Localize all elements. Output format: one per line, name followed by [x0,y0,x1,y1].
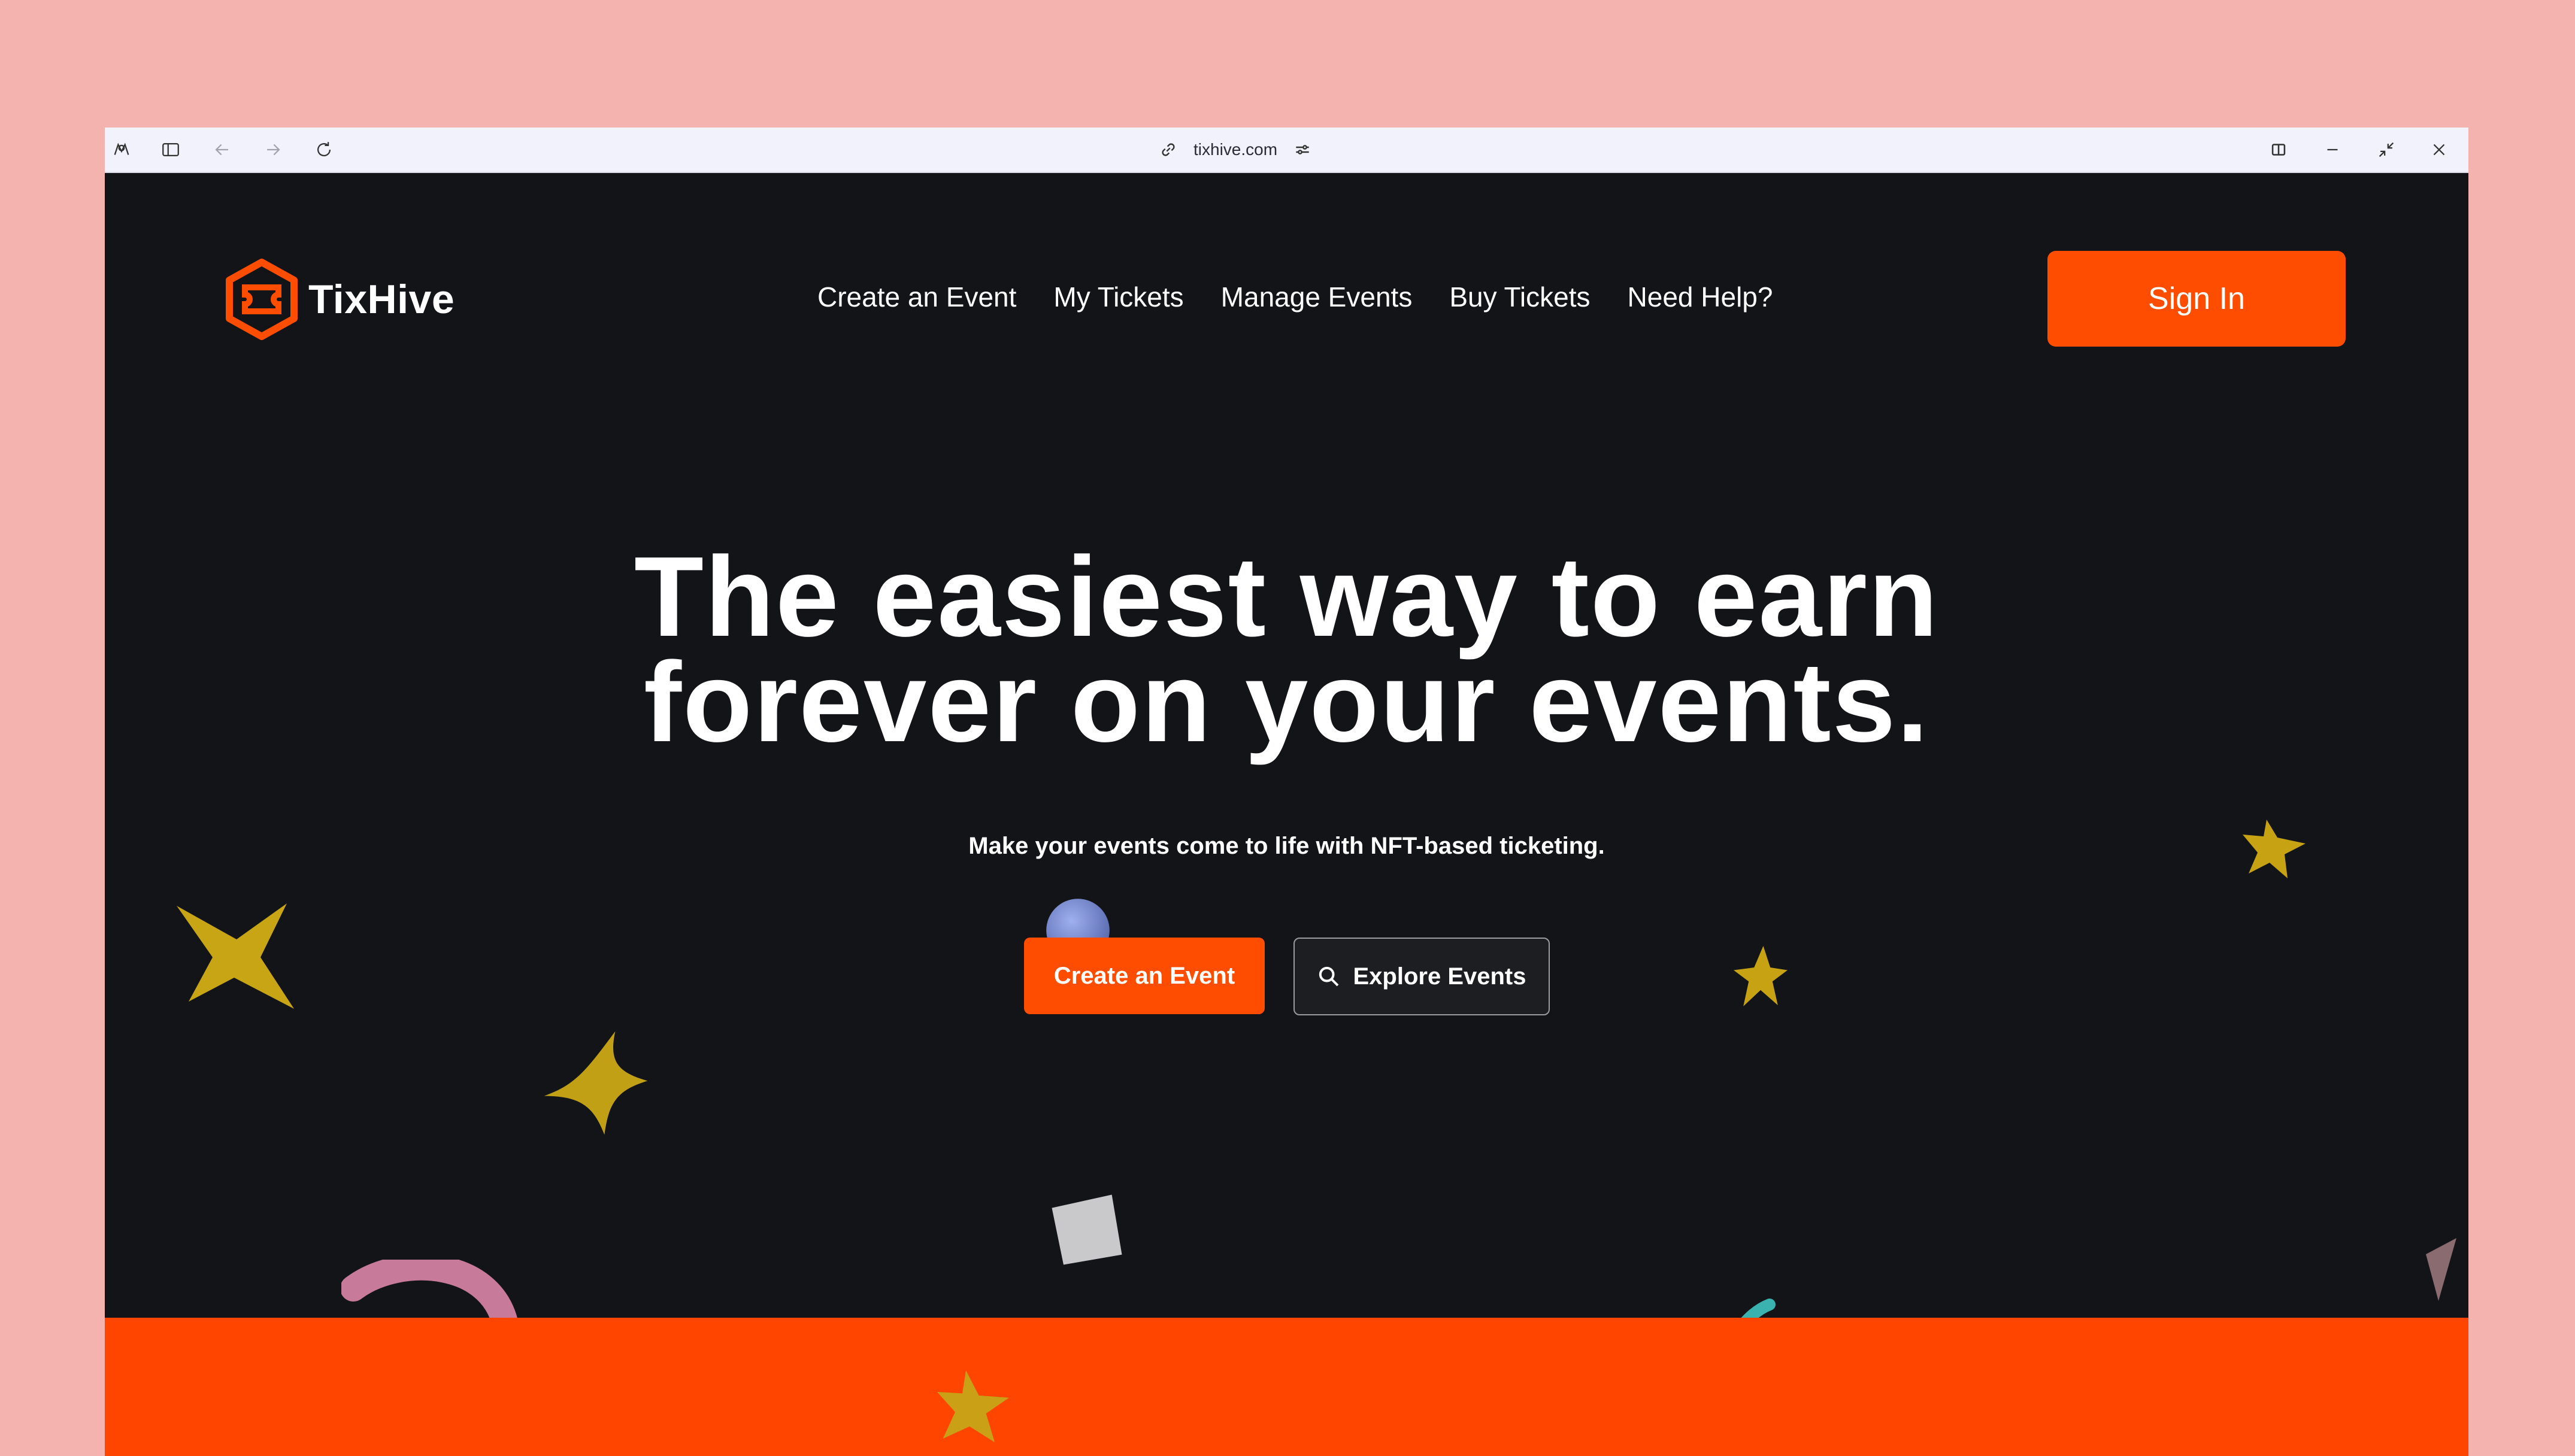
sign-in-button[interactable]: Sign In [2047,251,2346,347]
orange-section-band [105,1318,2468,1456]
nav-manage-events[interactable]: Manage Events [1221,281,1413,313]
star-shape-icon [937,1370,1009,1442]
explore-events-label: Explore Events [1353,963,1526,990]
star-shape-icon [544,1031,648,1135]
site-settings-icon[interactable] [1293,140,1312,159]
main-nav: Create an Event My Tickets Manage Events… [817,281,1773,313]
brand-name: TixHive [308,277,455,322]
page-content: TixHive Create an Event My Tickets Manag… [105,173,2468,1456]
link-icon [1162,143,1175,156]
hero-title: The easiest way to earn forever on your … [105,533,2468,766]
hero-title-line-2: forever on your events. [643,639,1930,766]
reload-icon[interactable] [313,139,335,160]
sidebar-toggle-icon[interactable] [160,139,181,160]
browser-toolbar: tixhive.com [105,128,2468,173]
nav-my-tickets[interactable]: My Tickets [1053,281,1183,313]
star-shape-icon [177,903,294,1009]
split-view-icon[interactable] [2268,139,2289,160]
logo[interactable]: TixHive [225,259,455,340]
nav-create-event[interactable]: Create an Event [817,281,1016,313]
back-icon[interactable] [211,139,233,160]
app-icon[interactable] [111,139,132,160]
browser-window: tixhive.com TixHive Create an Event My T… [105,128,2468,1456]
star-shape-icon [1734,946,1788,1006]
search-icon [1319,966,1339,987]
minimize-icon[interactable] [2322,139,2343,160]
nav-need-help[interactable]: Need Help? [1628,281,1773,313]
forward-icon[interactable] [262,139,284,160]
restore-icon[interactable] [2376,139,2397,160]
site-header: TixHive Create an Event My Tickets Manag… [105,173,2468,353]
explore-events-button[interactable]: Explore Events [1293,938,1550,1015]
tixhive-logo-icon [226,259,298,340]
url-text[interactable]: tixhive.com [1193,140,1277,159]
cone-shape-icon [2426,1238,2456,1301]
hero-subtitle: Make your events come to life with NFT-b… [968,833,1605,859]
hero-title-line-1: The easiest way to earn [634,533,1940,660]
address-bar[interactable]: tixhive.com [1159,136,1312,163]
paper-shape-icon [1052,1194,1122,1265]
create-event-button[interactable]: Create an Event [1024,938,1265,1014]
close-icon[interactable] [2428,139,2450,160]
nav-buy-tickets[interactable]: Buy Tickets [1449,281,1590,313]
